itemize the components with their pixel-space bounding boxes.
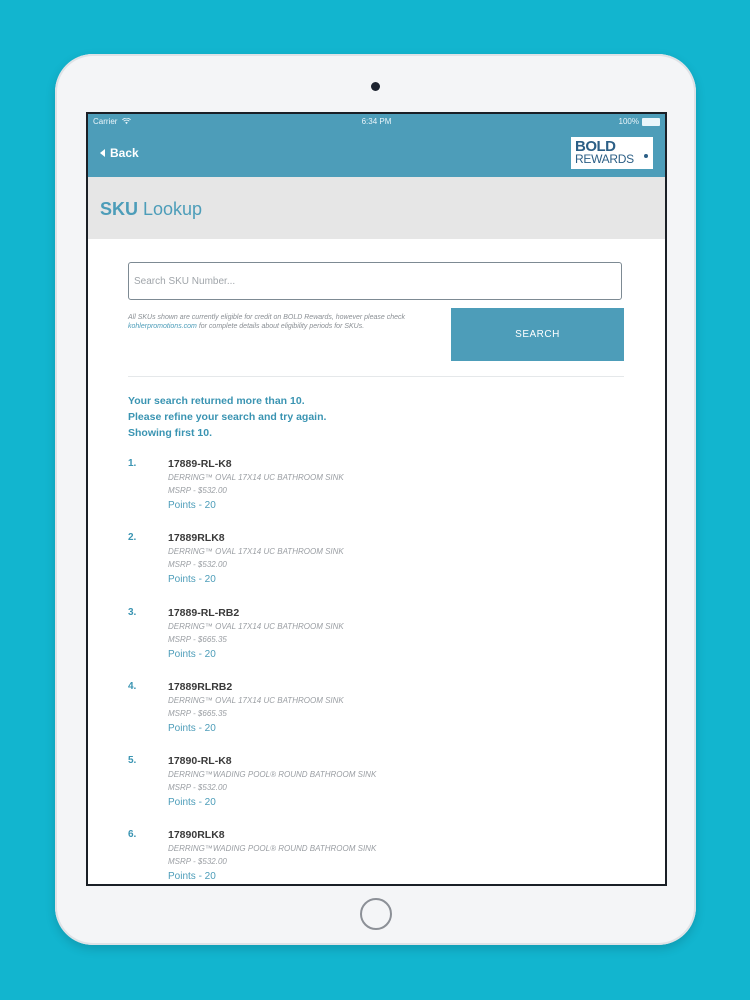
result-sku: 17890RLK8 xyxy=(168,829,225,842)
result-msrp: MSRP - $532.00 xyxy=(168,857,227,867)
results-message-line2: Please refine your search and try again. xyxy=(128,411,327,423)
camera-icon xyxy=(371,82,380,91)
result-number: 2. xyxy=(128,532,137,544)
result-msrp: MSRP - $665.35 xyxy=(168,634,227,644)
list-item[interactable]: 5. 17890-RL-K8 DERRING™WADING POOL® ROUN… xyxy=(128,755,624,829)
result-description: DERRING™ OVAL 17X14 UC BATHROOM SINK xyxy=(168,695,344,705)
logo-line2: REWARDS xyxy=(575,152,634,167)
result-body: 17889-RL-RB2 DERRING™ OVAL 17X14 UC BATH… xyxy=(168,607,344,660)
result-msrp: MSRP - $532.00 xyxy=(168,783,227,793)
disclaimer-text-post: for complete details about eligibility p… xyxy=(196,323,365,331)
search-button[interactable]: SEARCH xyxy=(451,308,624,361)
result-number: 3. xyxy=(128,606,137,618)
search-button-label: SEARCH xyxy=(515,329,560,340)
result-points: Points - 20 xyxy=(168,648,216,660)
chevron-left-icon xyxy=(100,149,105,157)
status-bar: Carrier 6:34 PM 100% xyxy=(88,114,665,129)
results-list: 1. 17889-RL-K8 DERRING™ OVAL 17X14 UC BA… xyxy=(128,458,624,884)
title-bar: SKU Lookup xyxy=(88,177,665,239)
result-description: DERRING™ OVAL 17X14 UC BATHROOM SINK xyxy=(168,547,344,557)
kohler-promotions-link[interactable]: kohlerpromotions.com xyxy=(128,323,197,330)
page-title-bold: SKU xyxy=(100,199,139,219)
list-item[interactable]: 4. 17889RLRB2 DERRING™ OVAL 17X14 UC BAT… xyxy=(128,681,624,755)
ipad-device: Carrier 6:34 PM 100% Back BOLD REWARDS S… xyxy=(55,54,696,945)
result-number: 4. xyxy=(128,680,137,692)
home-button-icon[interactable] xyxy=(360,898,392,930)
result-sku: 17889RLRB2 xyxy=(168,680,233,693)
result-description: DERRING™ OVAL 17X14 UC BATHROOM SINK xyxy=(168,621,344,631)
result-body: 17890-RL-K8 DERRING™WADING POOL® ROUND B… xyxy=(168,755,376,808)
list-item[interactable]: 2. 17889RLK8 DERRING™ OVAL 17X14 UC BATH… xyxy=(128,532,624,606)
result-points: Points - 20 xyxy=(168,500,216,511)
battery-icon xyxy=(642,117,660,126)
status-time: 6:34 PM xyxy=(361,117,392,126)
disclaimer-text-pre: All SKUs shown are currently eligible fo… xyxy=(128,314,406,321)
result-sku: 17890-RL-K8 xyxy=(168,755,232,768)
sku-search-input[interactable] xyxy=(128,262,622,300)
result-sku: 17889-RL-RB2 xyxy=(168,606,240,619)
result-body: 17889RLRB2 DERRING™ OVAL 17X14 UC BATHRO… xyxy=(168,681,344,734)
logo-dot xyxy=(644,154,648,158)
list-item[interactable]: 1. 17889-RL-K8 DERRING™ OVAL 17X14 UC BA… xyxy=(128,458,624,532)
nav-bar: Back BOLD REWARDS xyxy=(88,129,665,177)
result-msrp: MSRP - $665.35 xyxy=(168,708,227,718)
results-message-line3: Showing first 10. xyxy=(128,427,213,439)
bold-rewards-logo: BOLD REWARDS xyxy=(571,137,653,169)
result-body: 17890RLK8 DERRING™WADING POOL® ROUND BAT… xyxy=(168,829,376,882)
result-number: 1. xyxy=(128,458,137,469)
back-button[interactable]: Back xyxy=(100,146,139,160)
result-points: Points - 20 xyxy=(168,574,216,586)
result-points: Points - 20 xyxy=(168,722,216,734)
result-description: DERRING™WADING POOL® ROUND BATHROOM SINK xyxy=(168,844,377,854)
result-number: 6. xyxy=(128,829,137,841)
results-message: Your search returned more than 10. Pleas… xyxy=(128,393,326,441)
result-msrp: MSRP - $532.00 xyxy=(168,560,227,570)
result-points: Points - 20 xyxy=(168,797,216,809)
result-points: Points - 20 xyxy=(168,871,216,883)
result-sku: 17889RLK8 xyxy=(168,532,225,545)
result-description: DERRING™WADING POOL® ROUND BATHROOM SINK xyxy=(168,770,377,780)
result-msrp: MSRP - $532.00 xyxy=(168,486,227,495)
page-title-rest: Lookup xyxy=(138,199,203,219)
back-label: Back xyxy=(110,146,139,160)
results-message-line1: Your search returned more than 10. xyxy=(128,395,305,407)
divider xyxy=(128,376,624,377)
battery-label: 100% xyxy=(618,117,639,126)
result-body: 17889RLK8 DERRING™ OVAL 17X14 UC BATHROO… xyxy=(168,532,344,585)
battery-status: 100% xyxy=(619,117,660,126)
result-description: DERRING™ OVAL 17X14 UC BATHROOM SINK xyxy=(168,473,344,482)
result-sku: 17889-RL-K8 xyxy=(168,458,232,470)
eligibility-disclaimer: All SKUs shown are currently eligible fo… xyxy=(128,313,438,332)
result-body: 17889-RL-K8 DERRING™ OVAL 17X14 UC BATHR… xyxy=(168,458,344,511)
app-screen: Carrier 6:34 PM 100% Back BOLD REWARDS S… xyxy=(86,112,667,886)
list-item[interactable]: 6. 17890RLK8 DERRING™WADING POOL® ROUND … xyxy=(128,829,624,884)
list-item[interactable]: 3. 17889-RL-RB2 DERRING™ OVAL 17X14 UC B… xyxy=(128,607,624,681)
page-title: SKU Lookup xyxy=(100,199,202,220)
result-number: 5. xyxy=(128,755,137,767)
